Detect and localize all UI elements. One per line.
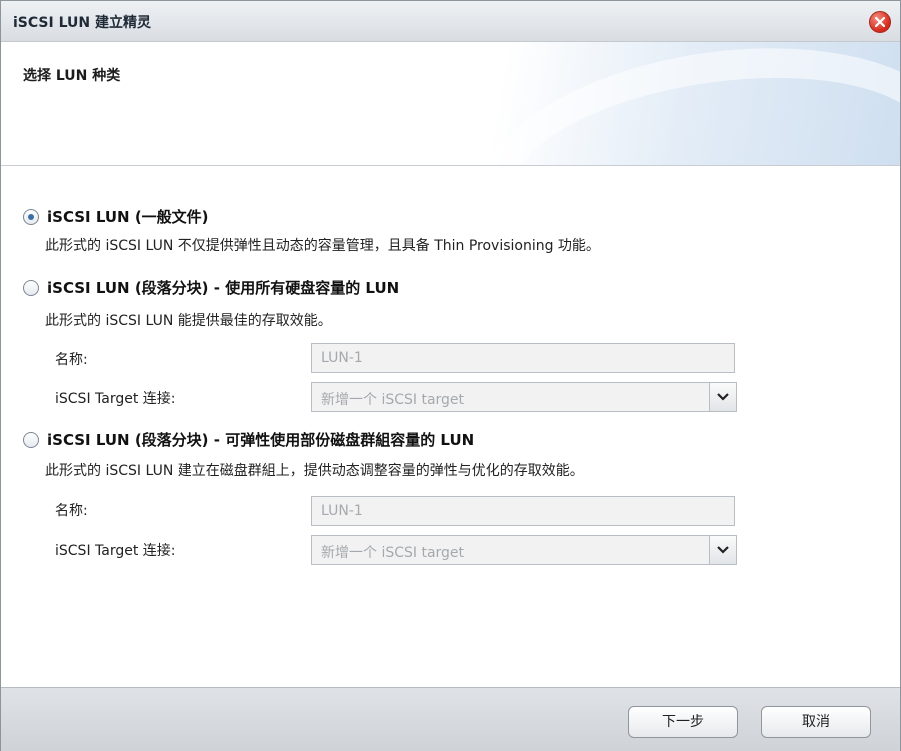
- option-description: 此形式的 iSCSI LUN 不仅提供弹性且动态的容量管理，且具备 Thin P…: [45, 238, 600, 254]
- close-icon: [875, 17, 885, 27]
- target-select-value: 新增一个 iSCSI target: [321, 392, 465, 408]
- close-button[interactable]: [869, 11, 891, 33]
- next-button[interactable]: 下一步: [628, 706, 738, 738]
- option-label: iSCSI LUN (一般文件): [47, 208, 209, 226]
- step-title: 选择 LUN 种类: [23, 68, 121, 84]
- radio-file-lun[interactable]: [23, 208, 39, 225]
- window-title: iSCSI LUN 建立精灵: [13, 15, 151, 31]
- wizard-content: iSCSI LUN (一般文件) 此形式的 iSCSI LUN 不仅提供弹性且动…: [1, 166, 900, 686]
- radio-block-lun-all[interactable]: [23, 279, 39, 296]
- target-label: iSCSI Target 连接:: [55, 391, 176, 407]
- option-block-lun-all[interactable]: iSCSI LUN (段落分块) - 使用所有硬盘容量的 LUN: [23, 277, 399, 298]
- option-label: iSCSI LUN (段落分块) - 可弹性使用部份磁盘群組容量的 LUN: [47, 431, 475, 449]
- header-decoration: [466, 42, 900, 165]
- option-block-lun-partial[interactable]: iSCSI LUN (段落分块) - 可弹性使用部份磁盘群組容量的 LUN: [23, 429, 474, 450]
- chevron-down-icon: [717, 393, 729, 401]
- target-select[interactable]: 新增一个 iSCSI target: [311, 382, 737, 412]
- name-input[interactable]: LUN-1: [311, 343, 735, 373]
- target-select[interactable]: 新增一个 iSCSI target: [311, 535, 737, 565]
- name-label: 名称:: [55, 352, 88, 368]
- option-label: iSCSI LUN (段落分块) - 使用所有硬盘容量的 LUN: [47, 279, 400, 297]
- dropdown-button[interactable]: [709, 536, 736, 564]
- wizard-footer: 下一步 取消: [1, 687, 900, 751]
- target-label: iSCSI Target 连接:: [55, 543, 176, 559]
- wizard-window: iSCSI LUN 建立精灵 选择 LUN 种类 iSCSI LUN (一般文件…: [0, 0, 901, 751]
- radio-block-lun-partial[interactable]: [23, 431, 39, 448]
- option-description: 此形式的 iSCSI LUN 建立在磁盘群組上，提供动态调整容量的弹性与优化的存…: [45, 463, 584, 479]
- option-description: 此形式的 iSCSI LUN 能提供最佳的存取效能。: [45, 313, 332, 329]
- wizard-header: 选择 LUN 种类: [1, 42, 900, 166]
- target-select-value: 新增一个 iSCSI target: [321, 545, 465, 561]
- option-file-lun[interactable]: iSCSI LUN (一般文件): [23, 206, 209, 227]
- name-label: 名称:: [55, 503, 88, 519]
- title-bar: iSCSI LUN 建立精灵: [1, 1, 900, 42]
- cancel-button[interactable]: 取消: [761, 706, 871, 738]
- name-input[interactable]: LUN-1: [311, 496, 735, 526]
- chevron-down-icon: [717, 546, 729, 554]
- dropdown-button[interactable]: [709, 383, 736, 411]
